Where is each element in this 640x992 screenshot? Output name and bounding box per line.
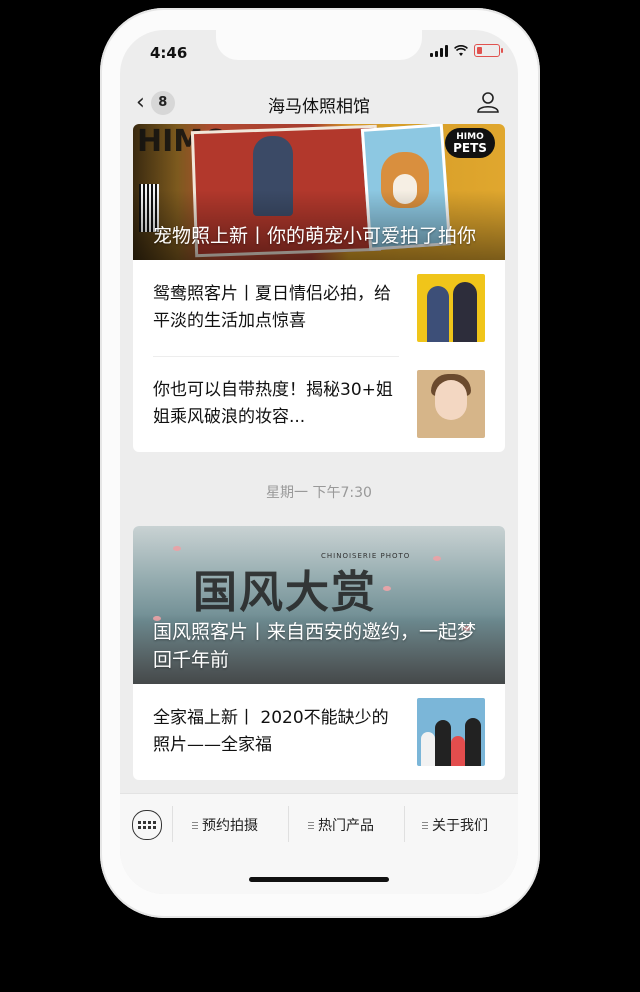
article-hero[interactable]: HIMO HIMO PETS 宠物照上新丨你的萌宠小可爱拍了拍你 (133, 124, 505, 260)
menu-list-icon (308, 821, 314, 829)
article-item[interactable]: 你也可以自带热度！揭秘30+姐姐乘风破浪的妆容... (133, 356, 505, 452)
nav-bar: ‹ 8 海马体照相馆 (120, 88, 518, 126)
bottom-menu-bar: 预约拍摄 热门产品 关于我们 (120, 793, 518, 894)
screen: 4:46 ‹ 8 海马体照相馆 HIMO HIMO PETS 宠物照上新丨你的萌… (120, 30, 518, 894)
article-item[interactable]: 全家福上新丨 2020不能缺少的照片——全家福 (133, 684, 505, 780)
message-timestamp: 星期一 下午7:30 (266, 485, 372, 501)
article-hero[interactable]: 国风大赏 CHINOISERIE PHOTO 国风照客片丨来自西安的邀约，一起梦… (133, 526, 505, 684)
page-title: 海马体照相馆 (268, 97, 370, 117)
signal-icon (430, 44, 448, 57)
notch (216, 30, 422, 60)
calligraphy-subtitle: CHINOISERIE PHOTO (321, 552, 411, 560)
keyboard-toggle-button[interactable] (132, 810, 162, 840)
article-group: HIMO HIMO PETS 宠物照上新丨你的萌宠小可爱拍了拍你 鸳鸯照客片丨夏… (133, 124, 505, 452)
message-list: HIMO HIMO PETS 宠物照上新丨你的萌宠小可爱拍了拍你 鸳鸯照客片丨夏… (133, 124, 505, 780)
status-icons (430, 44, 503, 57)
battery-icon (474, 44, 503, 57)
article-title: 鸳鸯照客片丨夏日情侣必拍，给平淡的生活加点惊喜 (153, 284, 391, 331)
article-thumbnail (417, 698, 485, 766)
calligraphy-title: 国风大赏 (193, 567, 377, 618)
home-indicator[interactable] (249, 877, 389, 882)
article-title: 全家福上新丨 2020不能缺少的照片——全家福 (153, 708, 389, 755)
profile-icon[interactable] (476, 90, 500, 114)
menu-list-icon (192, 821, 198, 829)
article-item[interactable]: 鸳鸯照客片丨夏日情侣必拍，给平淡的生活加点惊喜 (133, 260, 505, 356)
article-thumbnail (417, 370, 485, 438)
article-thumbnail (417, 274, 485, 342)
menu-booking[interactable]: 预约拍摄 (192, 812, 258, 838)
hero-title: 宠物照上新丨你的萌宠小可爱拍了拍你 (153, 225, 477, 247)
keyboard-icon (138, 821, 156, 829)
status-time: 4:46 (150, 44, 188, 62)
menu-hot-products[interactable]: 热门产品 (308, 812, 374, 838)
hero-title: 国风照客片丨来自西安的邀约，一起梦回千年前 (153, 621, 477, 671)
menu-list-icon (422, 821, 428, 829)
article-title: 你也可以自带热度！揭秘30+姐姐乘风破浪的妆容... (153, 380, 393, 427)
wifi-icon (454, 44, 468, 56)
himo-pets-logo: HIMO PETS (445, 128, 495, 158)
menu-about-us[interactable]: 关于我们 (422, 812, 488, 838)
article-group: 国风大赏 CHINOISERIE PHOTO 国风照客片丨来自西安的邀约，一起梦… (133, 526, 505, 780)
